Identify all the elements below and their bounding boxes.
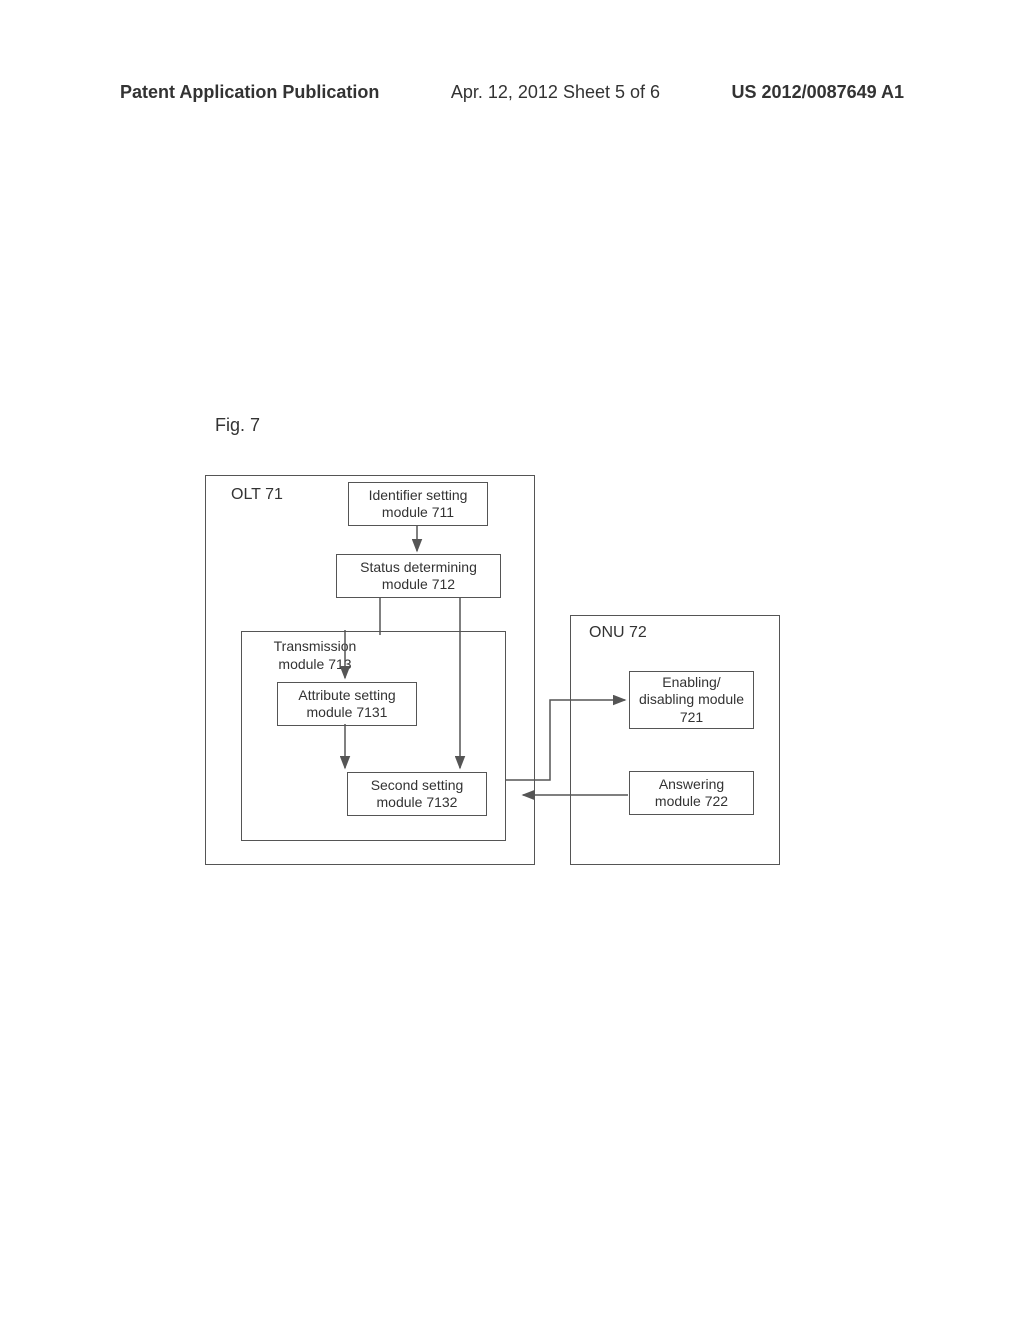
status-determining-text: Status determining module 712	[343, 559, 494, 594]
header-publication-type: Patent Application Publication	[120, 82, 379, 103]
answering-text: Answering module 722	[636, 776, 747, 811]
second-setting-text: Second setting module 7132	[354, 777, 480, 812]
olt-label: OLT 71	[231, 486, 283, 504]
attribute-setting-text: Attribute setting module 7131	[284, 687, 410, 722]
enabling-disabling-module: Enabling/ disabling module 721	[629, 671, 754, 729]
identifier-setting-module: Identifier setting module 711	[348, 482, 488, 526]
diagram-container: OLT 71 Identifier setting module 711 Sta…	[205, 475, 805, 895]
header-publication-number: US 2012/0087649 A1	[732, 82, 904, 103]
onu-label: ONU 72	[589, 624, 647, 642]
olt-box: OLT 71 Identifier setting module 711 Sta…	[205, 475, 535, 865]
attribute-setting-module: Attribute setting module 7131	[277, 682, 417, 726]
identifier-setting-text: Identifier setting module 711	[355, 487, 481, 522]
enabling-disabling-text: Enabling/ disabling module 721	[636, 674, 747, 727]
header-date-sheet: Apr. 12, 2012 Sheet 5 of 6	[451, 82, 660, 103]
second-setting-module: Second setting module 7132	[347, 772, 487, 816]
transmission-module: Transmission module 713 Attribute settin…	[241, 631, 506, 841]
answering-module: Answering module 722	[629, 771, 754, 815]
figure-label: Fig. 7	[215, 415, 260, 436]
transmission-module-text: Transmission module 713	[260, 638, 370, 673]
status-determining-module: Status determining module 712	[336, 554, 501, 598]
onu-box: ONU 72 Enabling/ disabling module 721 An…	[570, 615, 780, 865]
page-header: Patent Application Publication Apr. 12, …	[0, 82, 1024, 103]
